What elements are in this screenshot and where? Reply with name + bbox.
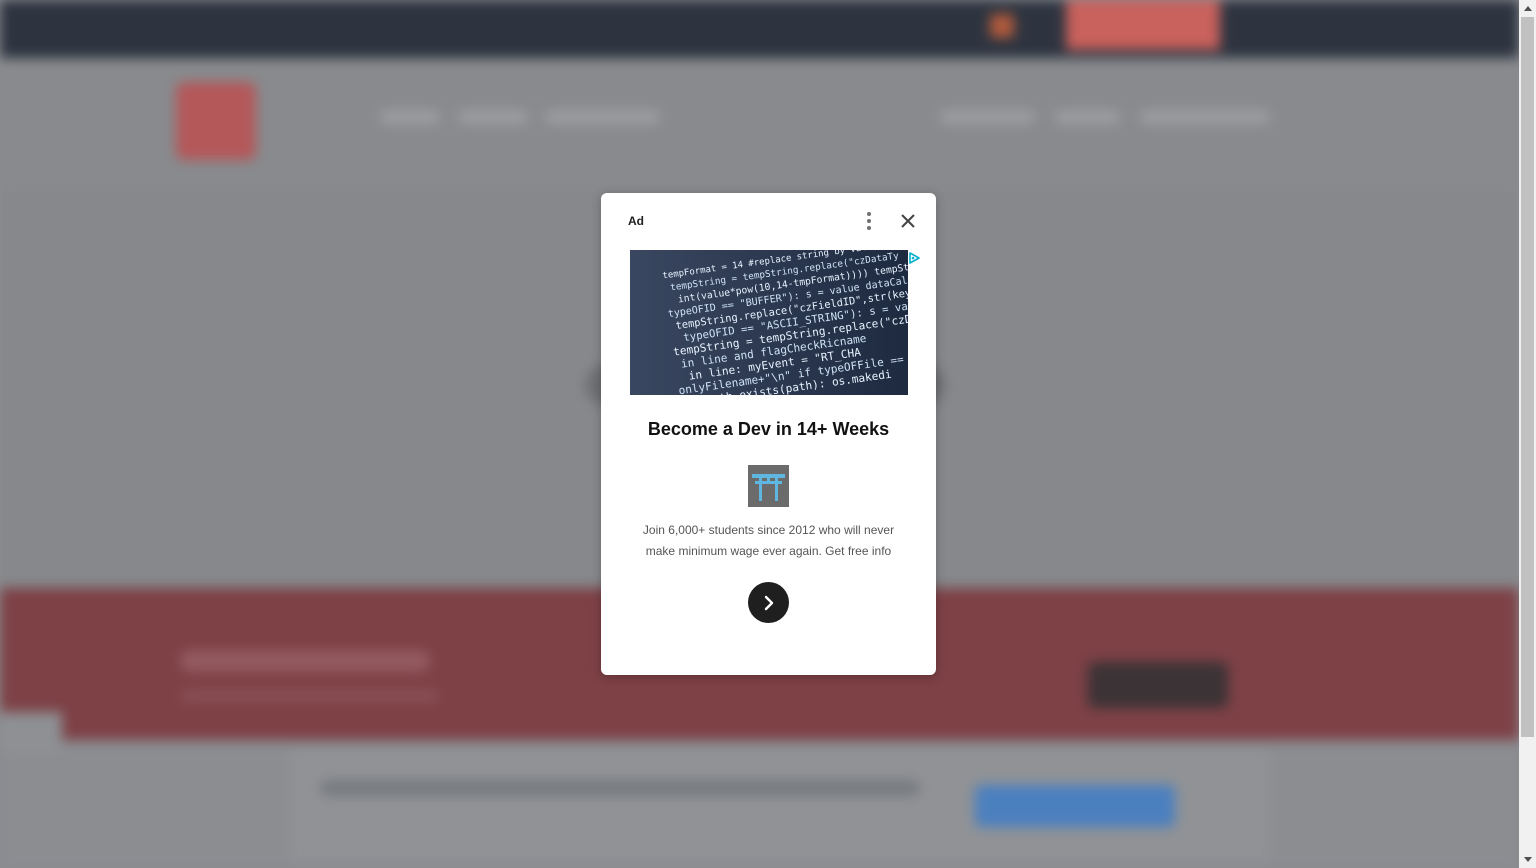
nav-item (940, 110, 1035, 124)
site-topbar (0, 0, 1519, 58)
chevron-right-icon (764, 595, 773, 610)
arrow-down-icon (1523, 857, 1532, 862)
topbar-icon (990, 14, 1014, 38)
more-dot (867, 212, 871, 216)
nav-item (545, 110, 660, 124)
ad-body-text[interactable]: Join 6,000+ students since 2012 who will… (637, 520, 900, 562)
nav-item (380, 110, 440, 124)
advertiser-logo[interactable] (748, 465, 789, 507)
topbar-cta-button (1066, 0, 1220, 50)
ad-modal: Ad tempFormat = 14 #replace string by va… (601, 193, 936, 675)
banner-title (180, 650, 430, 672)
corner-widget (0, 712, 62, 752)
more-dot (867, 226, 871, 230)
arrow-up-icon (1523, 6, 1532, 11)
scroll-up-arrow[interactable] (1519, 0, 1536, 17)
torii-gate-icon (748, 465, 789, 507)
banner-subtitle (180, 690, 440, 702)
code-screen-image: tempFormat = 14 #replace string by value… (630, 250, 908, 395)
ad-image[interactable]: tempFormat = 14 #replace string by value… (630, 250, 908, 395)
nav-item (1140, 110, 1270, 124)
page-scrollbar[interactable] (1519, 0, 1536, 868)
footer-text (320, 780, 920, 796)
ad-label: Ad (628, 214, 644, 228)
close-icon (901, 214, 915, 228)
more-dot (867, 219, 871, 223)
footer-button (975, 785, 1175, 827)
nav-item (1055, 110, 1120, 124)
nav-item (458, 110, 528, 124)
site-logo (176, 82, 256, 160)
ad-headline[interactable]: Become a Dev in 14+ Weeks (601, 419, 936, 440)
more-options-button[interactable] (859, 211, 879, 231)
banner-button (1088, 662, 1228, 708)
adchoices-icon[interactable] (907, 251, 921, 265)
ad-cta-button[interactable] (748, 582, 789, 623)
close-button[interactable] (897, 210, 919, 232)
scroll-down-arrow[interactable] (1519, 851, 1536, 868)
scroll-thumb[interactable] (1521, 17, 1534, 737)
